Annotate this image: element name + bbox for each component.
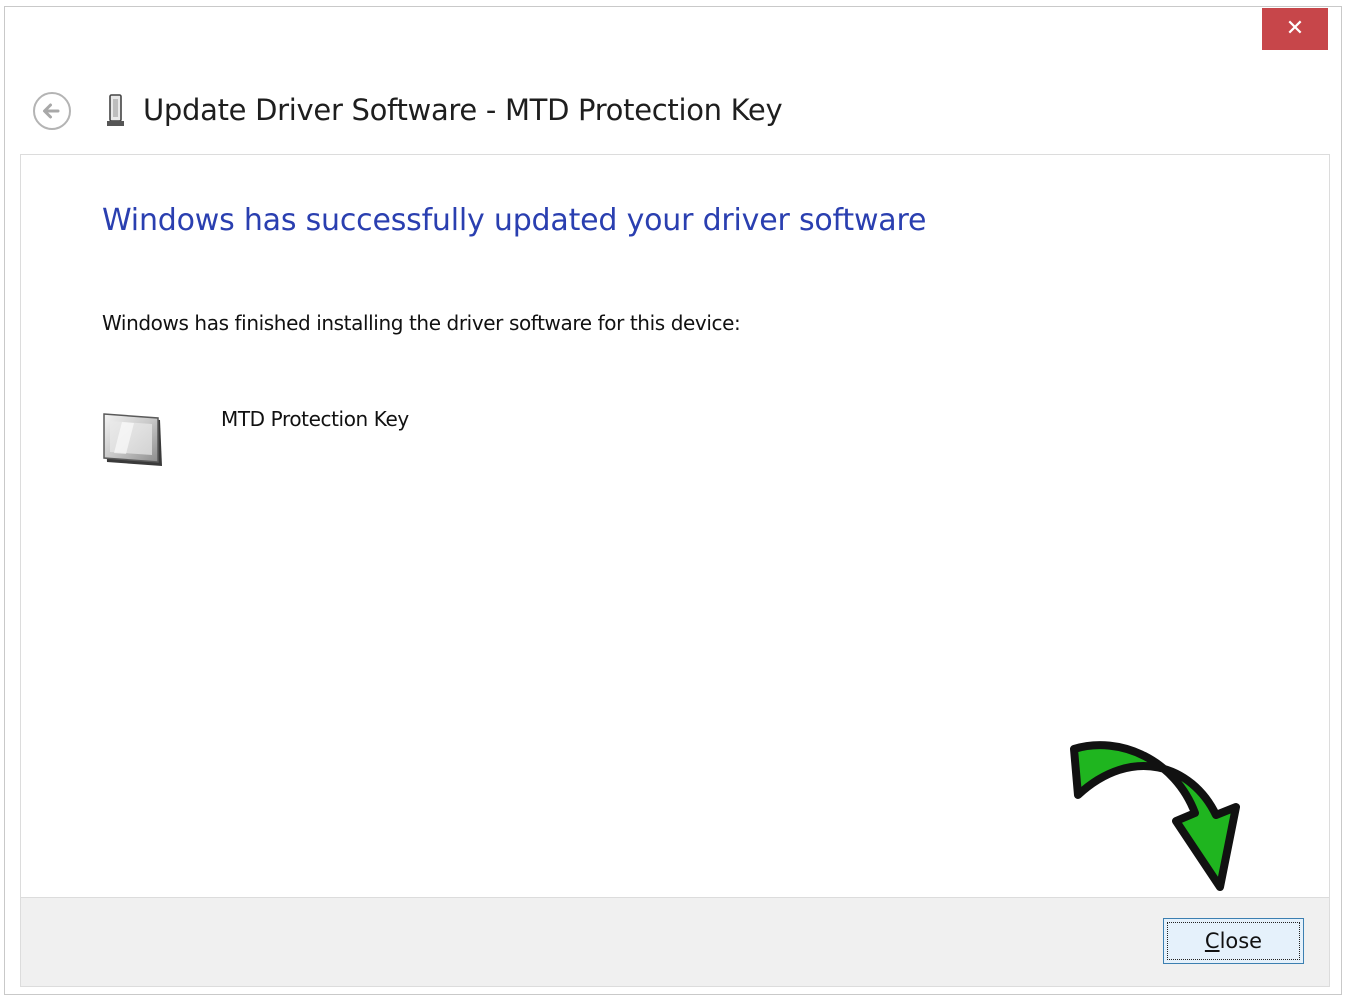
device-name: MTD Protection Key [221, 407, 409, 431]
green-curved-arrow-icon [1060, 735, 1250, 905]
close-label-rest: lose [1219, 929, 1263, 953]
close-mnemonic: C [1204, 929, 1220, 953]
back-arrow-icon [33, 92, 71, 130]
success-headline: Windows has successfully updated your dr… [102, 203, 927, 238]
close-button-label: Close [1205, 929, 1262, 953]
window-close-button[interactable]: ✕ [1262, 8, 1328, 50]
dialog-footer [21, 897, 1329, 986]
install-description: Windows has finished installing the driv… [102, 311, 741, 335]
device-generic-icon [100, 410, 170, 470]
dialog-title: Update Driver Software - MTD Protection … [143, 93, 783, 127]
usb-device-icon [104, 94, 128, 128]
close-icon: ✕ [1285, 16, 1305, 41]
close-button[interactable]: Close [1163, 918, 1304, 964]
back-button[interactable] [31, 90, 73, 132]
